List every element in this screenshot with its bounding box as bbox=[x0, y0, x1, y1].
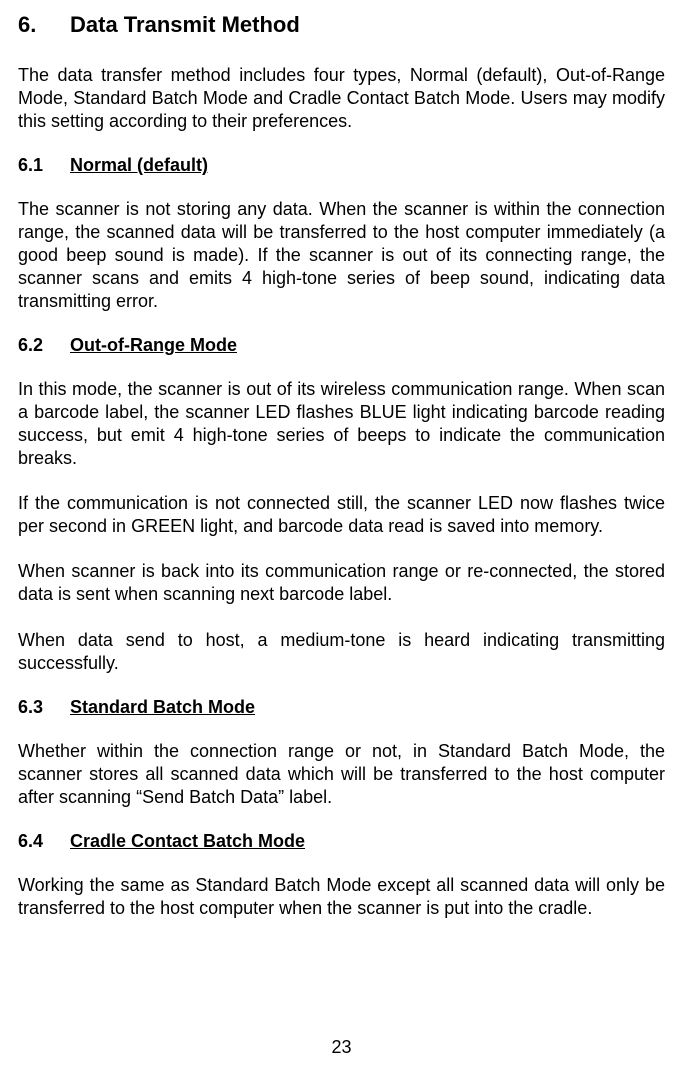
subsection-heading-6-3: 6.3 Standard Batch Mode bbox=[18, 697, 665, 718]
section-title: Data Transmit Method bbox=[70, 12, 300, 38]
subsection-heading-6-4: 6.4 Cradle Contact Batch Mode bbox=[18, 831, 665, 852]
subsection-6-1-paragraph: The scanner is not storing any data. Whe… bbox=[18, 198, 665, 313]
section-intro-paragraph: The data transfer method includes four t… bbox=[18, 64, 665, 133]
page-number: 23 bbox=[0, 1037, 683, 1058]
subsection-6-3-paragraph: Whether within the connection range or n… bbox=[18, 740, 665, 809]
subsection-number: 6.1 bbox=[18, 155, 70, 176]
subsection-number: 6.3 bbox=[18, 697, 70, 718]
subsection-title: Out-of-Range Mode bbox=[70, 335, 237, 356]
subsection-title: Normal (default) bbox=[70, 155, 208, 176]
subsection-heading-6-1: 6.1 Normal (default) bbox=[18, 155, 665, 176]
subsection-number: 6.4 bbox=[18, 831, 70, 852]
subsection-6-4-paragraph: Working the same as Standard Batch Mode … bbox=[18, 874, 665, 920]
subsection-heading-6-2: 6.2 Out-of-Range Mode bbox=[18, 335, 665, 356]
subsection-6-2-paragraph-3: When scanner is back into its communicat… bbox=[18, 560, 665, 606]
subsection-6-2-paragraph-4: When data send to host, a medium-tone is… bbox=[18, 629, 665, 675]
section-heading: 6. Data Transmit Method bbox=[18, 12, 665, 38]
subsection-6-2-paragraph-1: In this mode, the scanner is out of its … bbox=[18, 378, 665, 470]
subsection-number: 6.2 bbox=[18, 335, 70, 356]
subsection-title: Standard Batch Mode bbox=[70, 697, 255, 718]
subsection-title: Cradle Contact Batch Mode bbox=[70, 831, 305, 852]
subsection-6-2-paragraph-2: If the communication is not connected st… bbox=[18, 492, 665, 538]
section-number: 6. bbox=[18, 12, 70, 38]
